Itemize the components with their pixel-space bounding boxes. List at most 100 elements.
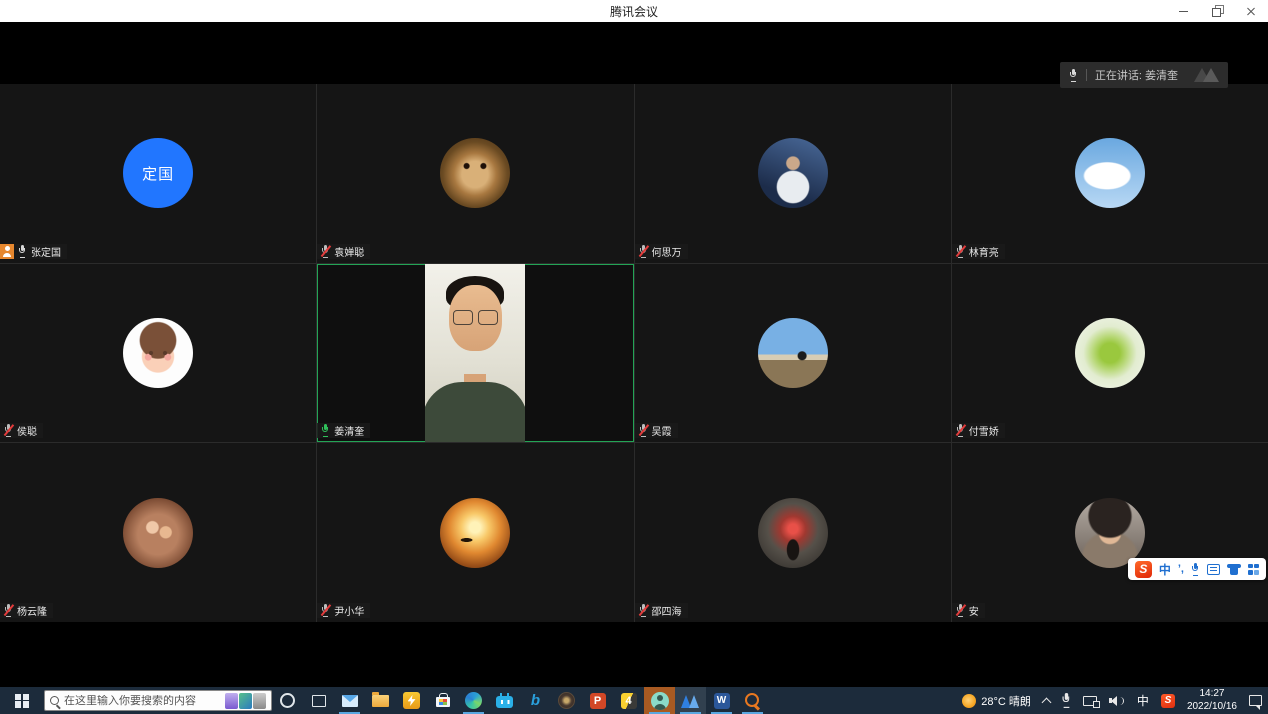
mic-muted-icon <box>956 245 965 258</box>
tencent-meeting-icon <box>681 694 701 708</box>
tray-volume[interactable] <box>1103 687 1131 714</box>
participant-label: 杨云隆 <box>0 603 53 618</box>
magnifier-icon <box>745 693 761 709</box>
mic-speaking-icon <box>321 424 330 437</box>
viewer-4k-app[interactable]: 4 <box>613 687 644 714</box>
game-app[interactable] <box>551 687 582 714</box>
cortana-button[interactable] <box>272 687 303 714</box>
tencent-meeting-app-active[interactable] <box>675 687 706 714</box>
microphone-icon <box>1061 693 1071 708</box>
mail-app[interactable] <box>334 687 365 714</box>
tray-microphone[interactable] <box>1056 687 1077 714</box>
windows-taskbar: b P 4 W 28°C 晴朗 中 S 14:27 2022/10/16 <box>0 687 1268 714</box>
tencent-meeting-window: 腾讯会议 正在讲话: 姜清奎 定国 张定国 <box>0 0 1268 714</box>
task-view-button[interactable] <box>303 687 334 714</box>
bing-app[interactable]: b <box>520 687 551 714</box>
lightning-icon <box>403 692 420 709</box>
ime-skin-icon[interactable] <box>1227 564 1241 575</box>
participant-label: 吴霞 <box>635 423 678 438</box>
powerpoint-app[interactable]: P <box>582 687 613 714</box>
mail-icon <box>342 695 358 707</box>
participant-tile[interactable]: 安 <box>952 443 1268 622</box>
mic-muted-icon <box>4 604 13 617</box>
participant-tile[interactable]: 付雪娇 <box>952 264 1268 443</box>
restore-icon[interactable] <box>1200 0 1234 22</box>
mic-muted-icon <box>639 604 648 617</box>
participant-tile[interactable]: 侯聪 <box>0 264 316 443</box>
sogou-ime-toolbar: S 中 ’, <box>1128 558 1266 580</box>
bilibili-app[interactable] <box>489 687 520 714</box>
folder-icon <box>372 695 389 707</box>
participant-tile[interactable]: 吴霞 <box>635 264 951 443</box>
participant-tile[interactable]: 定国 张定国 <box>0 84 316 263</box>
participant-label: 侯聪 <box>0 423 43 438</box>
minimize-icon[interactable] <box>1166 0 1200 22</box>
action-center-button[interactable] <box>1243 687 1268 714</box>
participant-name: 何思万 <box>652 244 682 259</box>
search-tool-app[interactable] <box>737 687 768 714</box>
windows-logo-icon <box>15 694 29 708</box>
tray-network-display[interactable] <box>1077 687 1103 714</box>
participant-name: 吴霞 <box>652 423 672 438</box>
task-view-icon <box>312 695 326 707</box>
participant-tile-active-speaker[interactable]: 姜清奎 <box>317 264 633 443</box>
tray-clock[interactable]: 14:27 2022/10/16 <box>1181 688 1243 713</box>
person-shirt <box>425 382 525 442</box>
wemeet-watermark-icon <box>1194 68 1219 82</box>
start-button[interactable] <box>0 687 44 714</box>
meeting-stage: 正在讲话: 姜清奎 定国 张定国 <box>0 22 1268 687</box>
participant-name: 袁婵聪 <box>334 244 364 259</box>
participant-name: 邵四海 <box>652 603 682 618</box>
title-bar: 腾讯会议 <box>0 0 1268 22</box>
ime-grid-icon[interactable] <box>1248 564 1259 575</box>
ime-toolbox-icon[interactable] <box>1207 564 1220 575</box>
participant-tile[interactable]: 袁婵聪 <box>317 84 633 263</box>
ime-mode-label: 中 <box>1137 692 1149 709</box>
lightning-viewer-app[interactable] <box>396 687 427 714</box>
weather-sun-icon <box>962 694 976 708</box>
sogou-logo-icon[interactable]: S <box>1135 561 1152 578</box>
participant-label: 何思万 <box>635 244 688 259</box>
window-title: 腾讯会议 <box>610 3 658 20</box>
mic-muted-icon <box>4 424 13 437</box>
close-icon[interactable] <box>1234 0 1268 22</box>
ime-chinese-mode[interactable]: 中 <box>1159 561 1171 578</box>
microsoft-store-app[interactable] <box>427 687 458 714</box>
ime-voice-icon[interactable] <box>1191 563 1200 576</box>
bing-icon: b <box>531 692 540 709</box>
action-center-icon <box>1249 695 1262 706</box>
display-network-icon <box>1083 696 1097 706</box>
avatar <box>1075 138 1145 208</box>
taskbar-search-box[interactable] <box>44 690 272 711</box>
tray-overflow-button[interactable] <box>1037 687 1056 714</box>
tray-ime-mode[interactable]: 中 <box>1131 687 1155 714</box>
participant-tile[interactable]: 邵四海 <box>635 443 951 622</box>
mic-muted-icon <box>321 245 330 258</box>
participant-label: 袁婵聪 <box>317 244 370 259</box>
word-app[interactable]: W <box>706 687 737 714</box>
word-icon: W <box>714 693 730 709</box>
participant-tile[interactable]: 杨云隆 <box>0 443 316 622</box>
bilibili-tv-icon <box>496 696 513 708</box>
participant-label: 林育亮 <box>952 244 1005 259</box>
avatar: 定国 <box>123 138 193 208</box>
ime-punctuation[interactable]: ’, <box>1178 563 1184 575</box>
avatar <box>1075 318 1145 388</box>
participant-name: 林育亮 <box>969 244 999 259</box>
contact-app-active[interactable] <box>644 687 675 714</box>
participant-tile[interactable]: 林育亮 <box>952 84 1268 263</box>
system-tray: 28°C 晴朗 中 S 14:27 2022/10/16 <box>956 687 1268 714</box>
weather-text: 28°C 晴朗 <box>981 693 1031 709</box>
participant-label: 姜清奎 <box>317 423 370 438</box>
edge-browser-app[interactable] <box>458 687 489 714</box>
avatar <box>758 498 828 568</box>
weather-widget[interactable]: 28°C 晴朗 <box>956 687 1037 714</box>
speaking-banner: 正在讲话: 姜清奎 <box>1060 62 1228 88</box>
tray-sogou[interactable]: S <box>1155 687 1181 714</box>
search-highlight-thumbnails[interactable] <box>225 693 266 709</box>
search-input[interactable] <box>64 695 220 707</box>
participant-tile[interactable]: 尹小华 <box>317 443 633 622</box>
file-explorer-app[interactable] <box>365 687 396 714</box>
participant-label: 邵四海 <box>635 603 688 618</box>
participant-tile[interactable]: 何思万 <box>635 84 951 263</box>
